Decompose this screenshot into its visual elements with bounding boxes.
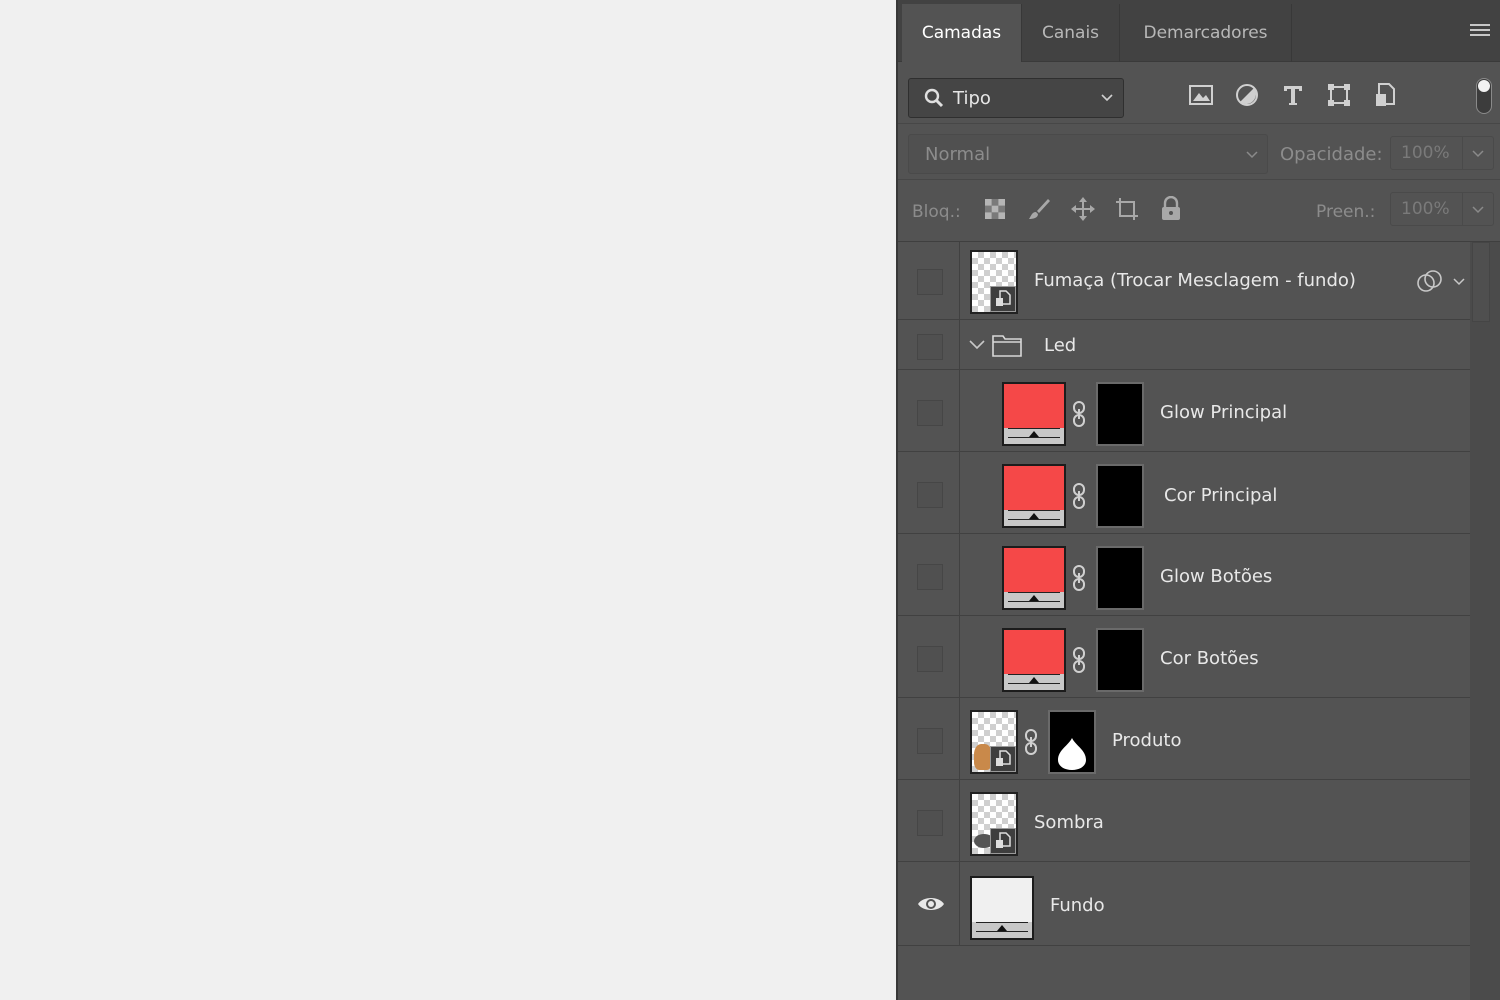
chevron-down-icon [1246,151,1258,159]
fill-color-swatch [1004,548,1064,592]
eye-icon[interactable] [917,894,945,914]
layer-mask-thumbnail[interactable] [1096,628,1144,692]
blend-mode-value: Normal [925,143,991,165]
layer-name[interactable]: Fumaça (Trocar Mesclagem - fundo) [1034,270,1356,291]
lock-transparency-icon[interactable] [982,196,1008,222]
visibility-toggle[interactable] [917,646,943,672]
smart-object-icon [990,286,1016,312]
smart-object-thumbnail [970,710,1018,774]
chevron-down-icon[interactable] [1452,274,1466,288]
panel-tab-bar: Camadas Canais Demarcadores [898,0,1500,62]
solid-fill-thumbnail [1002,546,1066,610]
link-icon[interactable] [1072,400,1086,428]
fill-color-swatch [1004,630,1064,674]
layer-row-glow-principal[interactable]: Glow Principal [898,370,1470,452]
layer-row-produto[interactable]: Produto [898,698,1470,780]
tab-canais[interactable]: Canais [1022,4,1120,62]
fill-color-swatch [1004,384,1064,428]
filter-kind-select[interactable]: Tipo [908,78,1124,118]
layers-panel: Camadas Canais Demarcadores Tipo Normal … [896,0,1500,1000]
solid-fill-thumbnail [970,876,1034,940]
solid-fill-thumbnail [1002,382,1066,446]
chevron-down-icon[interactable] [1471,202,1485,216]
fill-label: Preen.: [1316,202,1376,222]
layer-row-fundo[interactable]: Fundo [898,862,1470,946]
fill-color-swatch [1004,466,1064,510]
filter-kind-value: Tipo [953,87,991,109]
tab-camadas[interactable]: Camadas [902,4,1022,62]
lock-pixels-brush-icon[interactable] [1026,196,1052,222]
filter-row: Tipo [898,62,1500,124]
search-icon [924,88,944,108]
visibility-toggle[interactable] [917,564,943,590]
solid-fill-thumbnail [1002,628,1066,692]
layer-mask-thumbnail[interactable] [1096,546,1144,610]
link-icon[interactable] [1072,482,1086,510]
shape-filter-icon[interactable] [1326,82,1352,108]
layer-name[interactable]: Led [1044,335,1076,356]
lock-all-icon[interactable] [1158,196,1184,222]
layer-name[interactable]: Cor Botões [1160,648,1259,669]
layer-row-sombra[interactable]: Sombra [898,780,1470,862]
fill-color-swatch [972,878,1032,922]
lock-row: Bloq.: Preen.: 100% [898,180,1500,242]
layer-row-glow-botoes[interactable]: Glow Botões [898,534,1470,616]
layer-row-cor-botoes[interactable]: Cor Botões [898,616,1470,698]
layer-mask-thumbnail[interactable] [1096,382,1144,446]
layer-group-led[interactable]: Led [898,320,1470,370]
layer-name[interactable]: Glow Principal [1160,402,1287,423]
layers-list: Fumaça (Trocar Mesclagem - fundo) Led Gl… [898,242,1470,1000]
layer-name[interactable]: Cor Principal [1164,485,1277,506]
smart-object-icon [990,828,1016,854]
layer-row-fumaca[interactable]: Fumaça (Trocar Mesclagem - fundo) [898,242,1470,320]
opacity-field[interactable]: 100% [1390,136,1494,170]
lock-artboard-icon[interactable] [1114,196,1140,222]
opacity-value[interactable]: 100% [1391,137,1463,169]
fill-value[interactable]: 100% [1391,193,1463,225]
filter-toggle-switch[interactable] [1476,78,1492,114]
smart-object-filter-icon[interactable] [1372,82,1398,108]
link-icon[interactable] [1024,728,1038,756]
tab-demarcadores[interactable]: Demarcadores [1120,4,1292,62]
opacity-label: Opacidade: [1280,144,1383,165]
visibility-toggle[interactable] [917,482,943,508]
chevron-down-icon[interactable] [1471,146,1485,160]
layer-name[interactable]: Produto [1112,730,1181,751]
visibility-toggle[interactable] [917,400,943,426]
blend-clipping-icon[interactable] [1416,268,1444,294]
chevron-down-icon [1101,94,1113,102]
link-icon[interactable] [1072,564,1086,592]
layer-name[interactable]: Sombra [1034,812,1104,833]
scrollbar-thumb[interactable] [1472,242,1490,322]
panel-menu-icon[interactable] [1470,24,1490,40]
lock-position-move-icon[interactable] [1070,196,1096,222]
chevron-down-icon[interactable] [968,338,986,352]
smart-object-thumbnail [970,792,1018,856]
type-filter-icon[interactable] [1280,82,1306,108]
document-canvas[interactable] [0,0,896,1000]
visibility-toggle[interactable] [917,334,943,360]
smart-object-thumbnail [970,250,1018,314]
solid-fill-thumbnail [1002,464,1066,528]
fill-field[interactable]: 100% [1390,192,1494,226]
visibility-toggle[interactable] [917,269,943,295]
layer-name[interactable]: Fundo [1050,895,1105,916]
mask-silhouette [1058,738,1086,770]
adjustment-filter-icon[interactable] [1234,82,1260,108]
image-filter-icon[interactable] [1188,82,1214,108]
visibility-toggle[interactable] [917,728,943,754]
layer-mask-thumbnail[interactable] [1048,710,1096,774]
layer-name[interactable]: Glow Botões [1160,566,1272,587]
smart-object-icon [990,746,1016,772]
layer-row-cor-principal[interactable]: Cor Principal [898,452,1470,534]
blend-row: Normal Opacidade: 100% [898,124,1500,180]
blend-mode-select[interactable]: Normal [908,134,1268,174]
layers-scrollbar[interactable] [1470,242,1500,1000]
lock-label: Bloq.: [912,202,961,222]
visibility-toggle[interactable] [917,810,943,836]
layer-mask-thumbnail[interactable] [1096,464,1144,528]
link-icon[interactable] [1072,646,1086,674]
folder-icon [992,335,1022,357]
